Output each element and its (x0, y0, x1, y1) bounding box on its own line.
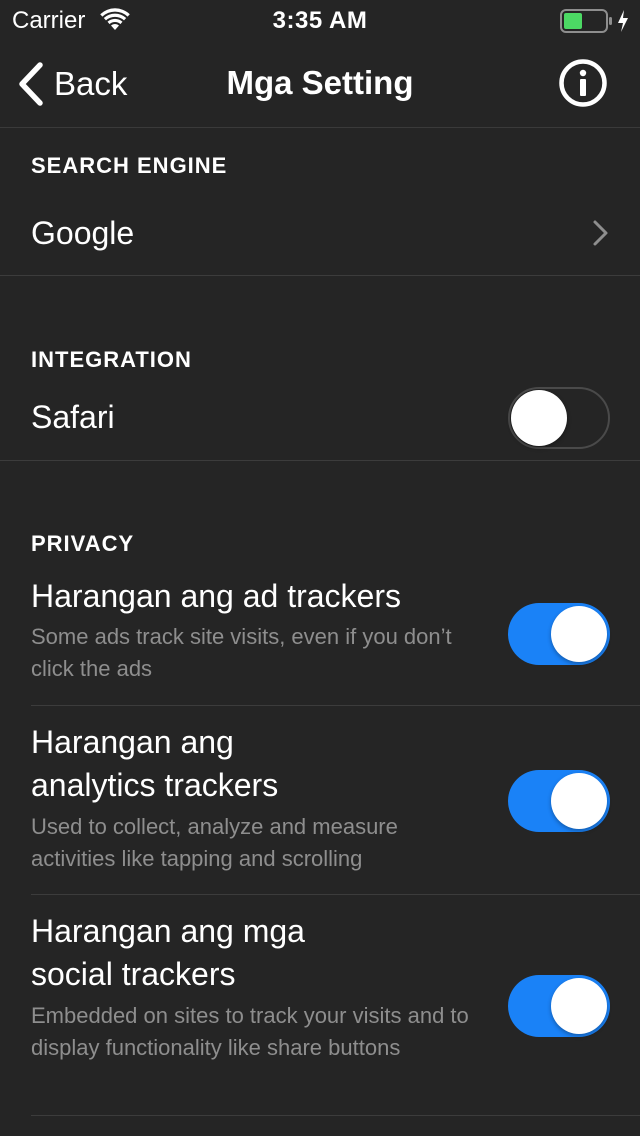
privacy-item-title: Harangan ang mga social trackers (31, 913, 305, 992)
privacy-item-title: Harangan ang analytics trackers (31, 724, 279, 803)
section-header-privacy: PRIVACY (31, 531, 135, 556)
info-circle-icon[interactable] (558, 58, 608, 108)
safari-toggle[interactable] (508, 387, 610, 449)
divider (31, 1115, 640, 1116)
clock: 3:35 AM (272, 7, 368, 34)
section-header-search-engine: SEARCH ENGINE (31, 153, 228, 178)
divider (0, 275, 640, 276)
search-engine-row[interactable]: Google (0, 197, 640, 275)
divider (0, 460, 640, 461)
social-trackers-toggle[interactable] (508, 975, 610, 1037)
toggle-knob (551, 773, 607, 829)
search-engine-value: Google (31, 215, 135, 251)
privacy-item-description: Used to collect, analyze and measure act… (31, 814, 398, 871)
divider (31, 705, 640, 706)
privacy-item-analytics-trackers: Harangan ang analytics trackers Used to … (0, 719, 640, 895)
toggle-knob (511, 390, 567, 446)
navigation-bar: Back Mga Setting (0, 40, 640, 128)
safari-label: Safari (31, 399, 115, 435)
section-header-integration: INTEGRATION (31, 347, 192, 372)
privacy-item-social-trackers: Harangan ang mga social trackers Embedde… (0, 908, 640, 1116)
page-title: Mga Setting (226, 64, 414, 101)
privacy-item-description: Some ads track site visits, even if you … (31, 624, 452, 681)
privacy-item-description: Embedded on sites to track your visits a… (31, 1003, 469, 1060)
privacy-item-title: Harangan ang ad trackers (31, 578, 401, 614)
charging-bolt-icon (618, 10, 628, 32)
battery-icon (560, 9, 612, 33)
divider (31, 894, 640, 895)
privacy-item-ad-trackers: Harangan ang ad trackers Some ads track … (0, 573, 640, 705)
chevron-right-icon (593, 220, 608, 246)
status-bar: Carrier 3:35 AM (0, 0, 640, 40)
toggle-knob (551, 606, 607, 662)
ad-trackers-toggle[interactable] (508, 603, 610, 665)
safari-row: Safari (0, 379, 640, 459)
analytics-trackers-toggle[interactable] (508, 770, 610, 832)
toggle-knob (551, 978, 607, 1034)
